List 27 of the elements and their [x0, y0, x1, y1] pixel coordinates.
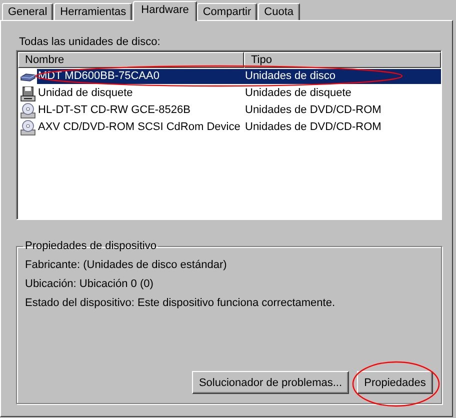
- column-header[interactable]: Tipo: [244, 52, 441, 68]
- table-row[interactable]: HL-DT-ST CD-RW GCE-8526B Unidades de DVD/CD-ROM: [37, 103, 441, 118]
- floppy-drive-icon: [20, 86, 36, 102]
- device-type: Unidades de DVD/CD-ROM: [245, 103, 382, 118]
- tab[interactable]: Herramientas: [54, 3, 132, 20]
- device-type: Unidades de disquete: [245, 86, 352, 101]
- dialog-button[interactable]: Propiedades: [357, 371, 433, 394]
- property-text: Fabricante: (Unidades de disco estándar): [25, 258, 228, 273]
- tab[interactable]: Compartir: [196, 3, 258, 20]
- tab[interactable]: Cuota: [258, 3, 300, 20]
- device-type: Unidades de disco: [245, 69, 336, 84]
- tab[interactable]: Hardware: [133, 1, 197, 21]
- table-row[interactable]: AXV CD/DVD-ROM SCSI CdRom Device Unidades de DVD/CD-ROM: [37, 120, 441, 135]
- dialog-button[interactable]: Solucionador de problemas...: [192, 371, 349, 394]
- property-text: Ubicación: Ubicación 0 (0): [25, 277, 154, 292]
- cd-drive-icon: [20, 102, 36, 118]
- group-title: Propiedades de dispositivo: [24, 240, 158, 252]
- cd-drive-icon: [20, 120, 36, 136]
- property-text: Estado del dispositivo: Este dispositivo funciona correctamente.: [25, 296, 336, 311]
- device-name: Unidad de disquete: [37, 86, 134, 101]
- device-name: AXV CD/DVD-ROM SCSI CdRom Device: [37, 120, 242, 135]
- device-type: Unidades de DVD/CD-ROM: [245, 120, 382, 135]
- table-row[interactable]: Unidad de disquete Unidades de disquete: [37, 86, 441, 101]
- tab[interactable]: General: [2, 3, 54, 20]
- device-name: HL-DT-ST CD-RW GCE-8526B: [37, 103, 192, 118]
- list-label: Todas las unidades de disco:: [19, 35, 162, 50]
- column-header[interactable]: Nombre: [18, 52, 244, 68]
